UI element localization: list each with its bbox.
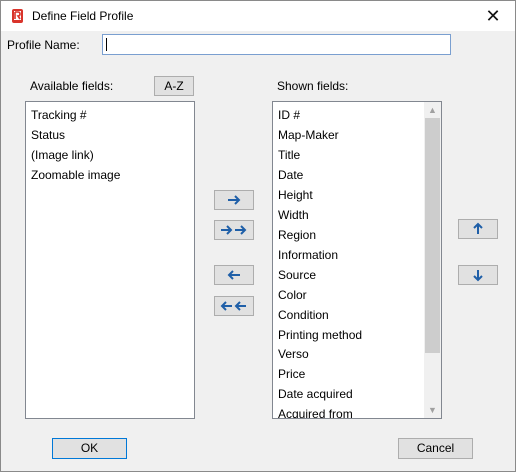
scroll-up-icon[interactable]: ▲ bbox=[424, 102, 441, 118]
list-item[interactable]: Title bbox=[278, 148, 300, 162]
profile-name-label: Profile Name: bbox=[7, 38, 80, 52]
arrow-up-icon bbox=[473, 222, 483, 234]
move-down-button[interactable] bbox=[458, 265, 498, 285]
close-icon[interactable]: ✕ bbox=[471, 1, 515, 31]
list-item[interactable]: Width bbox=[278, 208, 309, 222]
remove-field-button[interactable] bbox=[214, 265, 254, 285]
list-item[interactable]: (Image link) bbox=[31, 148, 94, 162]
double-arrow-right-icon bbox=[221, 225, 247, 235]
list-item[interactable]: Information bbox=[278, 248, 338, 262]
shown-fields-list[interactable]: ID # Map-Maker Title Date Height Width R… bbox=[272, 101, 442, 419]
move-up-button[interactable] bbox=[458, 219, 498, 239]
list-item[interactable]: Color bbox=[278, 288, 307, 302]
window-title: Define Field Profile bbox=[32, 9, 134, 23]
shown-fields-label: Shown fields: bbox=[277, 79, 349, 93]
sort-az-button[interactable]: A-Z bbox=[154, 76, 194, 96]
title-bar: Define Field Profile ✕ bbox=[1, 1, 515, 31]
profile-name-input[interactable] bbox=[102, 34, 451, 55]
list-item[interactable]: Printing method bbox=[278, 328, 362, 342]
arrow-right-icon bbox=[228, 195, 241, 205]
list-item[interactable]: Height bbox=[278, 188, 313, 202]
list-item[interactable]: Source bbox=[278, 268, 316, 282]
add-all-fields-button[interactable] bbox=[214, 220, 254, 240]
list-item[interactable]: Price bbox=[278, 367, 305, 381]
app-logo-icon bbox=[12, 9, 23, 23]
list-item[interactable]: Acquired from bbox=[278, 407, 353, 418]
list-item[interactable]: Verso bbox=[278, 347, 309, 361]
dialog-window: Define Field Profile ✕ Profile Name: Ava… bbox=[0, 0, 516, 472]
text-caret bbox=[106, 38, 107, 51]
cancel-button[interactable]: Cancel bbox=[398, 438, 473, 459]
list-item[interactable]: Date acquired bbox=[278, 387, 353, 401]
list-item[interactable]: ID # bbox=[278, 108, 300, 122]
double-arrow-left-icon bbox=[220, 301, 246, 311]
list-item[interactable]: Status bbox=[31, 128, 65, 142]
scroll-down-icon[interactable]: ▼ bbox=[424, 402, 441, 418]
list-item[interactable]: Date bbox=[278, 168, 303, 182]
available-fields-label: Available fields: bbox=[30, 79, 114, 93]
arrow-left-icon bbox=[227, 270, 240, 280]
list-item[interactable]: Tracking # bbox=[31, 108, 87, 122]
vertical-scrollbar[interactable]: ▲ ▼ bbox=[424, 102, 441, 418]
available-fields-list[interactable]: Tracking # Status (Image link) Zoomable … bbox=[25, 101, 195, 419]
add-field-button[interactable] bbox=[214, 190, 254, 210]
scrollbar-thumb[interactable] bbox=[425, 118, 440, 353]
ok-button[interactable]: OK bbox=[52, 438, 127, 459]
list-item[interactable]: Map-Maker bbox=[278, 128, 339, 142]
list-item[interactable]: Condition bbox=[278, 308, 329, 322]
arrow-down-icon bbox=[473, 270, 483, 282]
list-item[interactable]: Region bbox=[278, 228, 316, 242]
list-item[interactable]: Zoomable image bbox=[31, 168, 120, 182]
remove-all-fields-button[interactable] bbox=[214, 296, 254, 316]
